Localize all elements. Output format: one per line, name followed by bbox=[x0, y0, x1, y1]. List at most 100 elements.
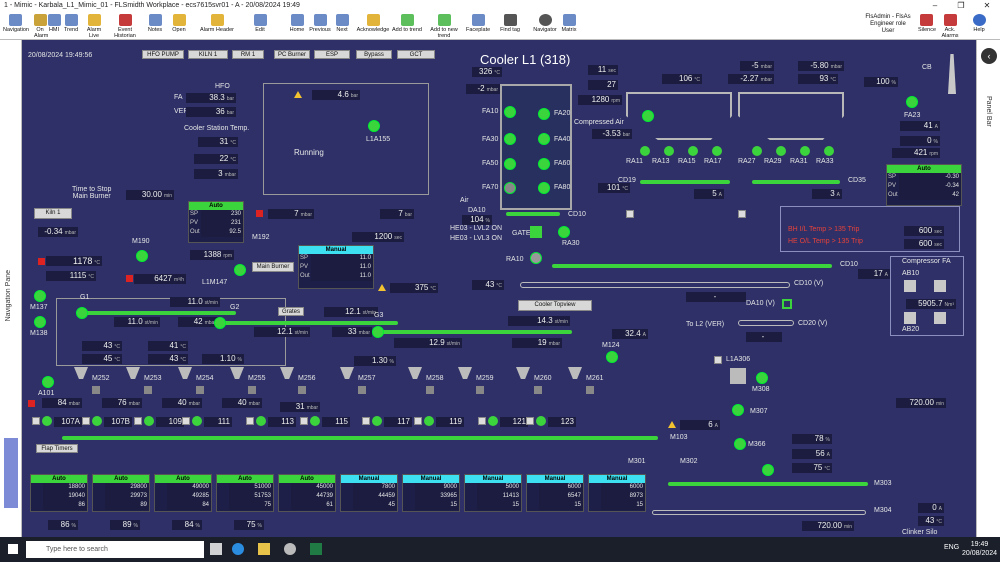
cooler-topview-button[interactable]: Cooler Topview bbox=[518, 300, 592, 311]
fa70-fan-icon[interactable] bbox=[504, 182, 516, 194]
fa40-fan-icon[interactable] bbox=[538, 133, 550, 145]
ra13-fan-icon[interactable] bbox=[664, 146, 674, 156]
m137-pump-icon[interactable] bbox=[34, 290, 46, 302]
fan-controller[interactable]: Manual 6000 8973 15 bbox=[588, 474, 646, 512]
clock[interactable]: 19:49 20/08/2024 bbox=[962, 540, 997, 558]
flow-76[interactable]: 76 mbar bbox=[102, 398, 142, 408]
fan-controller[interactable]: Manual 7800 44459 45 bbox=[340, 474, 398, 512]
amp-32-4[interactable]: 32.4 A bbox=[612, 329, 648, 339]
next-button[interactable]: Next bbox=[334, 13, 350, 33]
value-78[interactable]: 78% bbox=[792, 434, 832, 444]
panel-bar[interactable]: ‹ Panel Bar bbox=[976, 40, 1000, 537]
cd19-amp[interactable]: 5A bbox=[694, 189, 724, 199]
valve-fan-icon[interactable] bbox=[256, 416, 266, 426]
flap-status-icon[interactable] bbox=[476, 386, 484, 394]
esp-pressure-controller[interactable]: Auto SP -0.30 PV -0.34 Out 42 bbox=[886, 164, 962, 206]
pressure-3[interactable]: 3 mbar bbox=[194, 169, 238, 179]
m366-drive-icon[interactable] bbox=[734, 438, 746, 450]
workplace-app-icon[interactable] bbox=[284, 543, 296, 555]
m302-drive-icon[interactable] bbox=[762, 464, 774, 476]
l1a306-checkbox[interactable] bbox=[714, 356, 722, 364]
fa60-fan-icon[interactable] bbox=[538, 158, 550, 170]
valve-label[interactable]: 109 bbox=[156, 417, 184, 427]
value-56[interactable]: 56 A bbox=[792, 449, 832, 459]
fa80-fan-icon[interactable] bbox=[538, 182, 550, 194]
fan-controller[interactable]: Auto 18800 19040 86 bbox=[30, 474, 88, 512]
trend-button[interactable]: Trend bbox=[64, 13, 78, 33]
valve-checkbox[interactable] bbox=[134, 417, 142, 425]
valve-fan-icon[interactable] bbox=[536, 416, 546, 426]
temp-43-cooler[interactable]: 43 °C bbox=[472, 280, 504, 290]
flap-status-icon[interactable] bbox=[586, 386, 594, 394]
m307-drive-icon[interactable] bbox=[732, 404, 744, 416]
add-to-trend-button[interactable]: Add to trend bbox=[391, 13, 423, 33]
speed-rpm[interactable]: 1388 rpm bbox=[190, 250, 234, 260]
ack-alarms-button[interactable]: Ack. Alarms bbox=[936, 13, 964, 39]
valve-fan-icon[interactable] bbox=[192, 416, 202, 426]
hfo-fa-value[interactable]: 38.3 bar bbox=[186, 93, 236, 103]
valve-checkbox[interactable] bbox=[182, 417, 190, 425]
temp-43a[interactable]: 43 °C bbox=[82, 341, 122, 351]
temp-41[interactable]: 41 °C bbox=[148, 341, 188, 351]
valve-checkbox[interactable] bbox=[32, 417, 40, 425]
fa50-fan-icon[interactable] bbox=[504, 158, 516, 170]
fa23-fan-icon[interactable] bbox=[906, 96, 918, 108]
speed-pump-icon[interactable] bbox=[234, 264, 246, 276]
timer-1200[interactable]: 1200 sec bbox=[352, 232, 404, 242]
grate2-speed-sp[interactable]: 12.1 st/min bbox=[324, 307, 378, 317]
ab20b-compressor-icon[interactable] bbox=[934, 312, 946, 324]
bypass-button[interactable]: Bypass bbox=[356, 50, 392, 59]
cd19-checkbox[interactable] bbox=[626, 210, 634, 218]
maximize-button[interactable]: ❐ bbox=[948, 0, 974, 12]
m124-drive-icon[interactable] bbox=[606, 351, 618, 363]
grates-button[interactable]: Grates bbox=[278, 307, 304, 316]
value-104[interactable]: 104% bbox=[462, 215, 492, 225]
pc-burner-button[interactable]: PC Burner bbox=[274, 50, 310, 59]
file-explorer-icon[interactable] bbox=[258, 543, 270, 555]
valve-fan-icon[interactable] bbox=[144, 416, 154, 426]
rm1-button[interactable]: RM 1 bbox=[232, 50, 264, 59]
valve-fan-icon[interactable] bbox=[424, 416, 434, 426]
valve-label[interactable]: 117 bbox=[384, 417, 412, 427]
valve-checkbox[interactable] bbox=[526, 417, 534, 425]
ab20-compressor-icon[interactable] bbox=[904, 312, 916, 324]
fan-controller[interactable]: Manual 6000 6547 15 bbox=[526, 474, 584, 512]
value-1-30[interactable]: 1.30% bbox=[354, 356, 396, 366]
grate3-drive-icon[interactable] bbox=[372, 326, 384, 338]
pressure-7[interactable]: 7 mbar bbox=[268, 209, 314, 219]
flap-timers-button[interactable]: Flap Timers bbox=[36, 444, 78, 453]
cd10v-status[interactable]: - bbox=[686, 292, 746, 302]
temp-326[interactable]: 326 °C bbox=[472, 67, 502, 77]
hfo-ver-value[interactable]: 36 bar bbox=[186, 107, 236, 117]
valve-checkbox[interactable] bbox=[246, 417, 254, 425]
fa10-fan-icon[interactable] bbox=[504, 106, 516, 118]
pct-86[interactable]: 86% bbox=[48, 520, 78, 530]
ra27-fan-icon[interactable] bbox=[752, 146, 762, 156]
grate3-speed-sp[interactable]: 14.3 st/min bbox=[508, 316, 570, 326]
valve-checkbox[interactable] bbox=[82, 417, 90, 425]
panel-bar-toggle-icon[interactable]: ‹ bbox=[981, 48, 997, 64]
valve-label[interactable]: 107A bbox=[54, 417, 82, 427]
grate2-pressure[interactable]: 33 mbar bbox=[332, 327, 372, 337]
pressure-minus-5-80[interactable]: -5.80 mbar bbox=[798, 61, 844, 71]
temp-45[interactable]: 45 °C bbox=[82, 354, 122, 364]
m190-pump-icon[interactable] bbox=[136, 250, 148, 262]
valve-checkbox[interactable] bbox=[362, 417, 370, 425]
grate1-speed-sp[interactable]: 11.0 st/min bbox=[170, 297, 220, 307]
valve-label[interactable]: 113 bbox=[268, 417, 296, 427]
add-to-new-trend-button[interactable]: Add to new trend bbox=[424, 13, 464, 39]
flow-40b[interactable]: 40 mbar bbox=[222, 398, 262, 408]
fan-controller[interactable]: Auto 49000 49285 84 bbox=[154, 474, 212, 512]
flap-status-icon[interactable] bbox=[298, 386, 306, 394]
valve-checkbox[interactable] bbox=[414, 417, 422, 425]
timer-600b[interactable]: 600 sec bbox=[904, 239, 944, 249]
esp-motor-icon[interactable] bbox=[642, 110, 654, 122]
navigation-pane[interactable]: Navigation Pane bbox=[0, 40, 22, 537]
valve-fan-icon[interactable] bbox=[372, 416, 382, 426]
pct-89[interactable]: 89% bbox=[110, 520, 140, 530]
da10v-damper-icon[interactable] bbox=[782, 299, 792, 309]
close-button[interactable]: ✕ bbox=[974, 0, 1000, 12]
valve-fan-icon[interactable] bbox=[310, 416, 320, 426]
silence-button[interactable]: Silence bbox=[918, 13, 936, 33]
fan-controller[interactable]: Manual 5000 11413 15 bbox=[464, 474, 522, 512]
